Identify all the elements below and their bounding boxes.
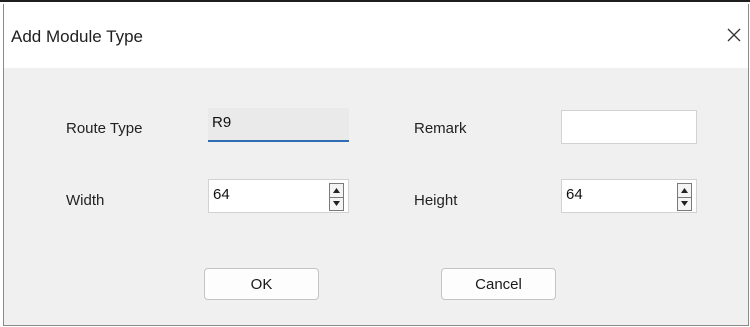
window-top-edge: [0, 0, 750, 2]
arrow-up-icon: [333, 187, 340, 193]
cancel-button[interactable]: Cancel: [441, 268, 556, 300]
add-module-type-dialog: Add Module Type Route Type R9 Remark Wid…: [3, 4, 749, 326]
dialog-title: Add Module Type: [11, 27, 143, 46]
width-increment-button[interactable]: [329, 183, 344, 198]
height-label: Height: [414, 192, 458, 209]
route-type-value: R9: [212, 114, 232, 131]
title-bar: Add Module Type: [4, 4, 748, 68]
width-value: 64: [213, 186, 230, 203]
width-label: Width: [66, 192, 105, 209]
width-spinner: [329, 183, 344, 211]
route-type-label: Route Type: [66, 120, 143, 137]
height-decrement-button[interactable]: [677, 197, 692, 211]
close-button[interactable]: [722, 22, 746, 48]
remark-label: Remark: [414, 120, 467, 137]
arrow-up-icon: [681, 187, 688, 193]
height-value: 64: [566, 186, 583, 203]
ok-button[interactable]: OK: [204, 268, 319, 300]
close-icon: [727, 28, 741, 42]
height-spin-field[interactable]: 64: [561, 179, 697, 213]
dialog-body: Route Type R9 Remark Width 64 Height 64: [4, 68, 748, 325]
arrow-down-icon: [681, 201, 688, 207]
height-increment-button[interactable]: [677, 183, 692, 198]
width-spin-field[interactable]: 64: [208, 179, 349, 213]
route-type-field[interactable]: R9: [208, 108, 349, 142]
width-decrement-button[interactable]: [329, 197, 344, 211]
remark-field[interactable]: [561, 110, 697, 144]
height-spinner: [677, 183, 692, 211]
arrow-down-icon: [333, 201, 340, 207]
